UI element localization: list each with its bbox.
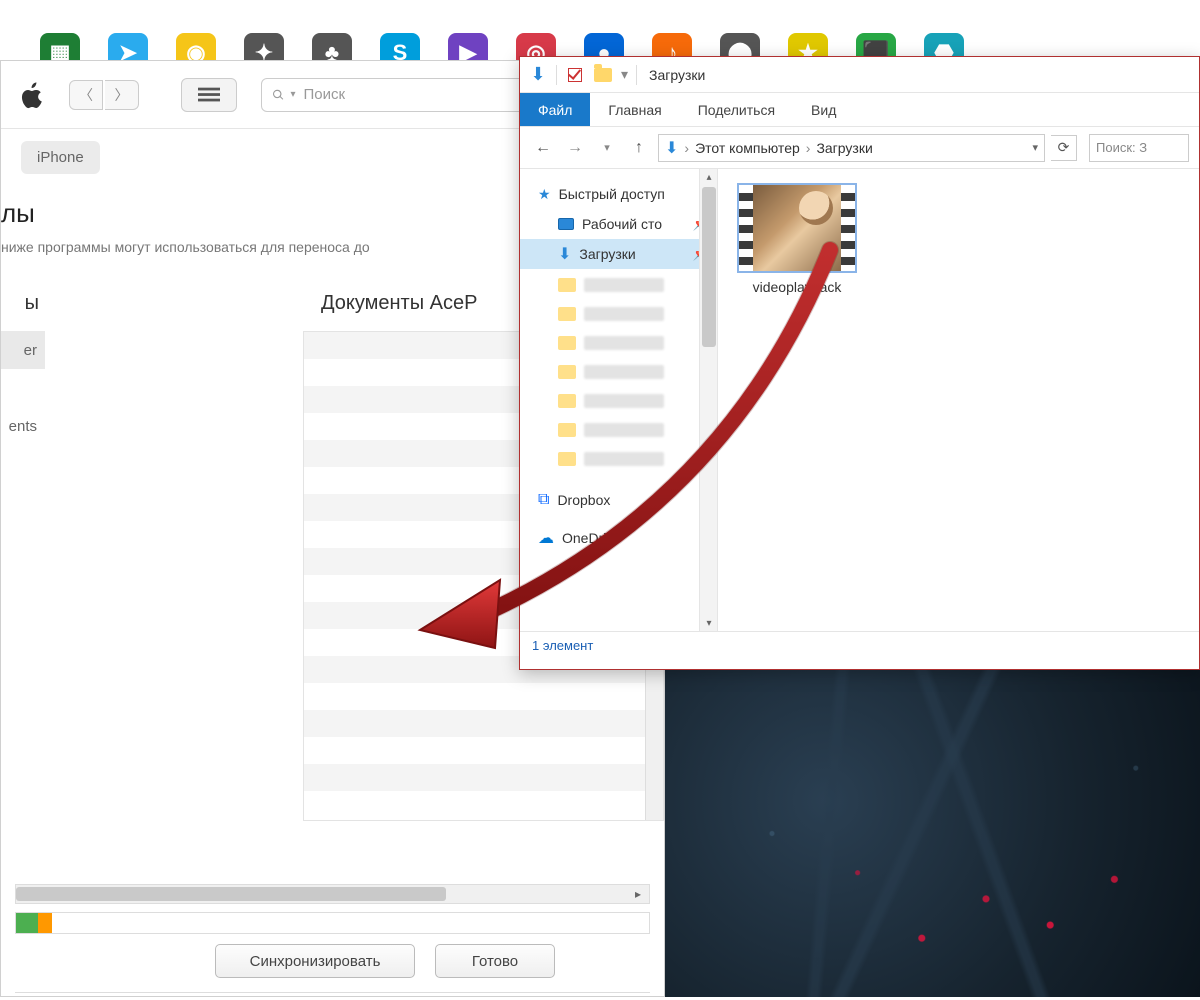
down-arrow-icon: ⬇ — [665, 138, 678, 158]
divider — [15, 992, 650, 993]
divider — [556, 65, 557, 85]
apps-header: ы — [1, 284, 45, 331]
app-list-item[interactable] — [1, 483, 45, 521]
breadcrumb-bar[interactable]: ⬇ › Этот компьютер › Загрузки ▾ — [658, 134, 1045, 162]
apple-logo-icon — [19, 81, 47, 109]
monitor-icon — [558, 218, 574, 230]
itunes-nav-arrows: 〈 〉 — [69, 80, 139, 110]
storage-segment — [16, 913, 38, 933]
sidebar-quick-access[interactable]: ★ Быстрый доступ — [520, 179, 717, 209]
sidebar-dropbox[interactable]: ⧉ Dropbox — [520, 485, 717, 515]
window-title: Загрузки — [649, 67, 705, 83]
video-thumbnail — [737, 183, 857, 273]
sidebar-item-blurred[interactable] — [558, 417, 717, 443]
sidebar-label: OneDrive — [562, 530, 621, 546]
tab-share[interactable]: Поделиться — [680, 93, 793, 126]
dropbox-icon: ⧉ — [538, 491, 549, 509]
app-list-item[interactable]: er — [1, 331, 45, 369]
desktop-wallpaper — [665, 670, 1200, 997]
explorer-search-field[interactable]: Поиск: З — [1089, 134, 1189, 162]
ribbon-tabs: Файл Главная Поделиться Вид — [520, 93, 1199, 127]
sidebar-item-blurred[interactable] — [558, 388, 717, 414]
storage-bar — [15, 912, 650, 934]
sidebar-onedrive[interactable]: ☁ OneDrive — [520, 523, 717, 553]
sidebar-label: Рабочий сто — [582, 216, 662, 232]
chevron-down-icon: ▾ — [290, 89, 295, 100]
folder-icon — [593, 65, 613, 85]
tab-view[interactable]: Вид — [793, 93, 854, 126]
nav-back-button[interactable]: 〈 — [69, 80, 103, 110]
download-icon: ⬇ — [558, 244, 571, 264]
nav-back-button[interactable]: ← — [530, 135, 556, 161]
nav-recent-button[interactable]: ▾ — [594, 135, 620, 161]
sidebar-desktop[interactable]: Рабочий сто 📌 — [520, 209, 717, 239]
storage-segment — [52, 913, 649, 933]
explorer-content[interactable]: videoplayback — [718, 169, 1199, 631]
sidebar-label: Dropbox — [557, 492, 610, 508]
sidebar-item-blurred[interactable] — [558, 359, 717, 385]
app-list-item[interactable] — [1, 445, 45, 483]
storage-segment — [38, 913, 52, 933]
itunes-search-field[interactable]: ▾ — [261, 78, 561, 112]
onedrive-icon: ☁ — [538, 528, 554, 548]
tab-file[interactable]: Файл — [520, 93, 590, 126]
address-bar-row: ← → ▾ ↑ ⬇ › Этот компьютер › Загрузки ▾ … — [520, 127, 1199, 169]
file-item[interactable]: videoplayback — [732, 183, 862, 295]
explorer-status-bar: 1 элемент — [520, 631, 1199, 659]
checkbox-icon[interactable] — [565, 65, 585, 85]
device-pill[interactable]: iPhone — [21, 141, 100, 174]
breadcrumb-item[interactable]: Загрузки — [816, 140, 872, 156]
app-list-item[interactable]: ents — [1, 407, 45, 445]
chevron-down-icon[interactable]: ▾ — [1032, 141, 1038, 154]
explorer-window: ⬇ ▾ Загрузки Файл Главная Поделиться Вид… — [519, 56, 1200, 670]
app-list-item[interactable] — [1, 369, 45, 407]
tab-home[interactable]: Главная — [590, 93, 679, 126]
sidebar-scrollbar[interactable]: ▴ ▾ — [699, 169, 717, 631]
status-text: 1 элемент — [532, 638, 593, 653]
refresh-button[interactable]: ⟳ — [1051, 135, 1077, 161]
explorer-body: ★ Быстрый доступ Рабочий сто 📌 ⬇ Загрузк… — [520, 169, 1199, 631]
nav-up-button[interactable]: ↑ — [626, 135, 652, 161]
sidebar-label: Быстрый доступ — [559, 186, 665, 202]
view-list-button[interactable] — [181, 78, 237, 112]
apps-column: ы er ents — [1, 284, 45, 884]
sidebar-item-blurred[interactable] — [558, 272, 717, 298]
sidebar-item-blurred[interactable] — [558, 446, 717, 472]
down-arrow-icon[interactable]: ⬇ — [528, 65, 548, 85]
horizontal-scrollbar[interactable]: ▸ — [15, 884, 650, 904]
sync-button[interactable]: Синхронизировать — [215, 944, 415, 978]
explorer-titlebar[interactable]: ⬇ ▾ Загрузки — [520, 57, 1199, 93]
nav-forward-button[interactable]: 〉 — [105, 80, 139, 110]
nav-forward-button[interactable]: → — [562, 135, 588, 161]
done-button[interactable]: Готово — [435, 944, 555, 978]
search-input[interactable] — [302, 85, 550, 104]
breadcrumb-item[interactable]: Этот компьютер — [695, 140, 800, 156]
sidebar-label: Загрузки — [579, 246, 635, 262]
explorer-sidebar: ★ Быстрый доступ Рабочий сто 📌 ⬇ Загрузк… — [520, 169, 718, 631]
divider — [636, 65, 637, 85]
sidebar-item-blurred[interactable] — [558, 301, 717, 327]
file-name-label: videoplayback — [732, 279, 862, 295]
sidebar-downloads[interactable]: ⬇ Загрузки 📌 — [520, 239, 717, 269]
star-icon: ★ — [538, 186, 551, 203]
sidebar-item-blurred[interactable] — [558, 330, 717, 356]
